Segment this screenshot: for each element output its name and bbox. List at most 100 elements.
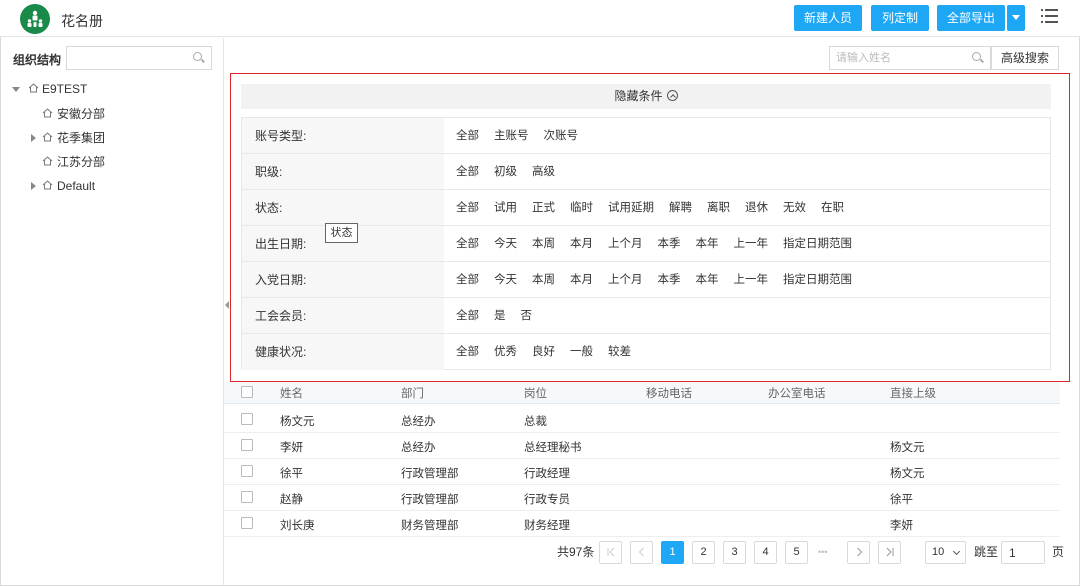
filter-option[interactable]: 优秀 xyxy=(494,335,517,369)
filter-option[interactable]: 无效 xyxy=(783,191,806,225)
select-all-checkbox[interactable] xyxy=(241,386,253,398)
table-cell: 李妍 xyxy=(280,442,303,454)
filter-option[interactable]: 本季 xyxy=(658,263,681,297)
table-row[interactable]: 徐平 行政管理部 行政经理 杨文元 xyxy=(224,459,1060,485)
filter-option[interactable]: 退休 xyxy=(745,191,768,225)
filter-option[interactable]: 全部 xyxy=(456,227,479,261)
filter-option[interactable]: 离职 xyxy=(707,191,730,225)
filter-option[interactable]: 上个月 xyxy=(608,263,643,297)
filter-option[interactable]: 今天 xyxy=(494,227,517,261)
row-checkbox[interactable] xyxy=(241,517,253,529)
filter-option[interactable]: 全部 xyxy=(456,119,479,153)
page-number-button[interactable]: 2 xyxy=(692,541,715,564)
filter-option[interactable]: 全部 xyxy=(456,191,479,225)
filter-label: 职级: xyxy=(242,154,444,189)
filter-option[interactable]: 较差 xyxy=(608,335,631,369)
row-checkbox[interactable] xyxy=(241,491,253,503)
filter-option[interactable]: 本周 xyxy=(532,263,555,297)
filter-option[interactable]: 主账号 xyxy=(494,119,529,153)
filter-option[interactable]: 本季 xyxy=(658,227,681,261)
filter-option[interactable]: 初级 xyxy=(494,155,517,189)
filter-option[interactable]: 全部 xyxy=(456,155,479,189)
filter-options: 全部是否 xyxy=(456,298,547,333)
filter-option[interactable]: 今天 xyxy=(494,263,517,297)
page-suffix-label: 页 xyxy=(1052,545,1065,559)
filter-option[interactable]: 上一年 xyxy=(734,263,769,297)
filter-option[interactable]: 是 xyxy=(494,299,506,333)
filter-option[interactable]: 全部 xyxy=(456,299,479,333)
tree-node-default[interactable]: Default xyxy=(30,176,210,196)
filter-option[interactable]: 本年 xyxy=(696,227,719,261)
table-row[interactable]: 李妍 总经办 总经理秘书 杨文元 xyxy=(224,433,1060,459)
filter-option[interactable]: 本月 xyxy=(570,227,593,261)
filter-option[interactable]: 试用延期 xyxy=(608,191,654,225)
row-checkbox[interactable] xyxy=(241,439,253,451)
search-icon[interactable] xyxy=(972,52,984,64)
filter-option[interactable]: 全部 xyxy=(456,263,479,297)
filter-option[interactable]: 次账号 xyxy=(544,119,579,153)
tree-node-anhui[interactable]: 安徽分部 xyxy=(30,104,210,124)
tree-node-huaji[interactable]: 花季集团 xyxy=(30,128,210,148)
filter-option[interactable]: 指定日期范围 xyxy=(783,227,852,261)
row-checkbox[interactable] xyxy=(241,413,253,425)
filter-option[interactable]: 高级 xyxy=(532,155,555,189)
column-header-office-phone[interactable]: 办公室电话 xyxy=(768,385,826,401)
new-person-button[interactable]: 新建人员 xyxy=(794,5,862,31)
table-cell: 总裁 xyxy=(524,416,547,428)
page-number-button[interactable]: 5 xyxy=(785,541,808,564)
column-header-mobile[interactable]: 移动电话 xyxy=(646,385,692,401)
column-header-position[interactable]: 岗位 xyxy=(524,385,547,401)
filter-option[interactable]: 全部 xyxy=(456,335,479,369)
customize-columns-button[interactable]: 列定制 xyxy=(871,5,929,31)
tree-node-e9test[interactable]: E9TEST xyxy=(12,79,212,99)
last-page-button[interactable] xyxy=(878,541,901,564)
filter-label: 账号类型: xyxy=(242,118,444,153)
table-row[interactable]: 杨文元 总经办 总裁 xyxy=(224,407,1060,433)
column-header-manager[interactable]: 直接上级 xyxy=(890,385,936,401)
filter-option[interactable]: 上一年 xyxy=(734,227,769,261)
filter-option[interactable]: 否 xyxy=(521,299,533,333)
table-row[interactable]: 赵静 行政管理部 行政专员 徐平 xyxy=(224,485,1060,511)
filter-option[interactable]: 在职 xyxy=(821,191,844,225)
filter-option[interactable]: 临时 xyxy=(570,191,593,225)
page-number-button[interactable]: 4 xyxy=(754,541,777,564)
table-cell: 杨文元 xyxy=(890,442,925,454)
filter-option[interactable]: 解聘 xyxy=(669,191,692,225)
filter-option[interactable]: 本年 xyxy=(696,263,719,297)
page-size-select[interactable]: 10 xyxy=(925,541,966,564)
filter-label: 入党日期: xyxy=(242,262,444,297)
column-header-name[interactable]: 姓名 xyxy=(280,385,303,401)
name-search-input[interactable] xyxy=(830,47,970,69)
table-row[interactable]: 刘长庚 财务管理部 财务经理 李妍 xyxy=(224,511,1060,537)
jump-to-label: 跳至 xyxy=(974,545,999,559)
advanced-search-button[interactable]: 高级搜索 xyxy=(991,46,1059,70)
org-search-input[interactable] xyxy=(66,46,212,70)
column-header-dept[interactable]: 部门 xyxy=(401,385,424,401)
export-dropdown-button[interactable] xyxy=(1007,5,1025,31)
page-number-button[interactable]: 3 xyxy=(723,541,746,564)
pagination-ellipsis[interactable]: ••• xyxy=(818,541,827,564)
filter-option[interactable]: 良好 xyxy=(532,335,555,369)
search-icon[interactable] xyxy=(193,52,205,64)
filter-option[interactable]: 指定日期范围 xyxy=(783,263,852,297)
page-number-button[interactable]: 1 xyxy=(661,541,684,564)
filter-option[interactable]: 正式 xyxy=(532,191,555,225)
expand-down-icon[interactable] xyxy=(12,87,20,92)
filter-option[interactable]: 本周 xyxy=(532,227,555,261)
filter-option[interactable]: 本月 xyxy=(570,263,593,297)
filter-option[interactable]: 试用 xyxy=(494,191,517,225)
list-menu-icon[interactable] xyxy=(1041,9,1059,23)
filter-option[interactable]: 一般 xyxy=(570,335,593,369)
next-page-button[interactable] xyxy=(847,541,870,564)
tree-node-jiangsu[interactable]: 江苏分部 xyxy=(30,152,210,172)
export-all-button[interactable]: 全部导出 xyxy=(937,5,1005,31)
expand-right-icon[interactable] xyxy=(31,182,36,190)
chevron-down-icon xyxy=(952,547,961,556)
hide-conditions-toggle[interactable]: 隐藏条件 xyxy=(241,84,1051,109)
row-checkbox[interactable] xyxy=(241,465,253,477)
first-page-button[interactable] xyxy=(599,541,622,564)
filter-option[interactable]: 上个月 xyxy=(608,227,643,261)
prev-page-button[interactable] xyxy=(630,541,653,564)
expand-right-icon[interactable] xyxy=(31,134,36,142)
jump-page-input[interactable] xyxy=(1001,541,1045,564)
